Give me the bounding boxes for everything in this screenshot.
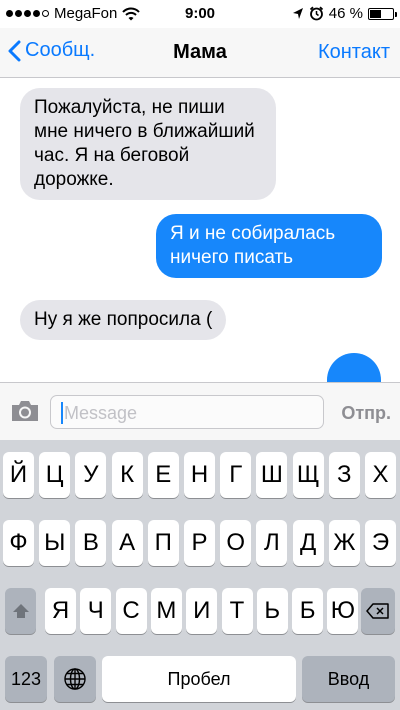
- send-button[interactable]: Отпр.: [341, 403, 391, 424]
- letter-key[interactable]: Б: [292, 588, 324, 634]
- letter-key[interactable]: Е: [147, 452, 179, 498]
- letter-key[interactable]: У: [75, 452, 107, 498]
- letter-key[interactable]: Д: [292, 520, 324, 566]
- alarm-clock-icon: [309, 6, 323, 21]
- letter-key[interactable]: Р: [184, 520, 215, 566]
- letter-key[interactable]: Й: [3, 452, 34, 498]
- message-list[interactable]: Пожалуйста, не пиши мне ничего в ближайш…: [0, 79, 400, 382]
- nav-bar: Сообщ. Мама Контакт: [0, 28, 400, 78]
- letter-key[interactable]: Ц: [39, 452, 71, 498]
- letter-key[interactable]: Г: [220, 452, 252, 498]
- letter-key[interactable]: К: [111, 452, 143, 498]
- battery-percent: 46 %: [328, 5, 363, 22]
- letter-key[interactable]: Ю: [327, 588, 359, 634]
- incoming-message-bubble[interactable]: Пожалуйста, не пиши мне ничего в ближайш…: [20, 88, 276, 200]
- letter-key[interactable]: Ы: [39, 520, 71, 566]
- letter-key[interactable]: А: [111, 520, 143, 566]
- camera-icon[interactable]: [10, 399, 40, 423]
- letter-key[interactable]: Ч: [80, 588, 112, 634]
- numbers-key[interactable]: 123: [5, 656, 47, 702]
- globe-icon: [64, 668, 86, 690]
- letter-key[interactable]: П: [147, 520, 179, 566]
- message-input-field[interactable]: Message: [50, 395, 324, 429]
- delete-key[interactable]: [361, 588, 395, 634]
- letter-key[interactable]: В: [75, 520, 107, 566]
- letter-key[interactable]: Э: [365, 520, 396, 566]
- letter-key[interactable]: Л: [256, 520, 288, 566]
- incoming-message-bubble[interactable]: Ну я же попросила (: [20, 300, 227, 340]
- outgoing-message-bubble-partial[interactable]: [327, 353, 381, 382]
- status-bar: MegaFon 9:00 46 %: [0, 0, 400, 28]
- letter-key[interactable]: Я: [45, 588, 76, 634]
- return-key[interactable]: Ввод: [302, 656, 395, 702]
- space-key[interactable]: Пробел: [102, 656, 296, 702]
- keyboard: 123 Пробел Ввод ЙЦУКЕНГШЩЗХ ФЫВАПРОЛДЖЭ ЯЧ…: [0, 440, 400, 710]
- letter-key[interactable]: Ж: [328, 520, 360, 566]
- text-caret: [61, 402, 63, 425]
- letter-key[interactable]: Т: [221, 588, 253, 634]
- contact-button[interactable]: Контакт: [318, 41, 390, 64]
- outgoing-message-bubble[interactable]: Я и не собиралась ничего писать: [156, 214, 382, 278]
- message-placeholder: Message: [64, 402, 138, 423]
- letter-key[interactable]: С: [115, 588, 147, 634]
- letter-key[interactable]: И: [186, 588, 218, 634]
- letter-key[interactable]: О: [220, 520, 252, 566]
- letter-key[interactable]: Ф: [3, 520, 34, 566]
- delete-icon: [366, 603, 389, 619]
- letter-key[interactable]: Щ: [292, 452, 324, 498]
- letter-key[interactable]: М: [150, 588, 182, 634]
- letter-key[interactable]: З: [328, 452, 360, 498]
- letter-key[interactable]: Ь: [256, 588, 288, 634]
- shift-icon: [12, 604, 29, 618]
- message-input-bar: Message Отпр.: [0, 382, 400, 440]
- battery-fill: [370, 9, 382, 18]
- location-arrow-icon: [292, 8, 303, 19]
- letter-key[interactable]: Н: [184, 452, 215, 498]
- shift-key[interactable]: [5, 588, 36, 634]
- letter-key[interactable]: Х: [365, 452, 396, 498]
- status-right: 46 %: [292, 5, 397, 22]
- battery-icon: [368, 7, 397, 20]
- letter-key[interactable]: Ш: [256, 452, 288, 498]
- globe-key[interactable]: [54, 656, 96, 702]
